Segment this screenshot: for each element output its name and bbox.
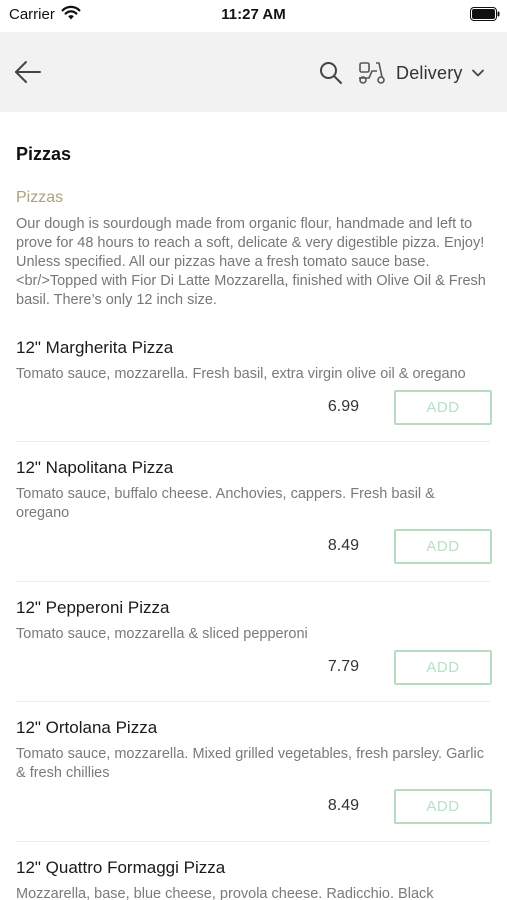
divider: [16, 701, 490, 702]
menu-item[interactable]: 12" Pepperoni Pizza Tomato sauce, mozzar…: [16, 597, 492, 644]
add-button[interactable]: ADD: [394, 650, 492, 685]
delivery-mode-label: Delivery: [396, 62, 463, 83]
item-name: 12" Pepperoni Pizza: [16, 598, 170, 617]
status-bar: Carrier 11:27 AM: [0, 0, 507, 32]
divider: [16, 441, 490, 442]
item-description: Tomato sauce, mozzarella. Mixed grilled …: [16, 746, 484, 781]
search-icon[interactable]: [318, 60, 344, 86]
battery-icon: [470, 7, 500, 21]
category-description: Our dough is sourdough made from organic…: [16, 216, 486, 308]
add-button[interactable]: ADD: [394, 390, 492, 425]
item-name: 12" Ortolana Pizza: [16, 718, 158, 737]
add-button[interactable]: ADD: [394, 789, 492, 824]
category-name: Pizzas: [16, 189, 64, 206]
clock-time: 11:27 AM: [221, 6, 286, 23]
menu-item[interactable]: 12" Napolitana Pizza Tomato sauce, buffa…: [16, 457, 492, 523]
item-description: Tomato sauce, buffalo cheese. Anchovies,…: [16, 486, 435, 521]
chevron-down-icon: [471, 69, 484, 77]
item-price: 6.99: [327, 398, 359, 415]
divider: [16, 841, 490, 842]
divider: [16, 581, 490, 582]
item-price: 8.49: [327, 797, 359, 814]
back-button[interactable]: [12, 57, 44, 87]
item-description: Tomato sauce, mozzarella & sliced pepper…: [16, 626, 308, 642]
item-description: Tomato sauce, mozzarella. Fresh basil, e…: [16, 366, 466, 382]
menu-item[interactable]: 12" Quattro Formaggi Pizza Mozzarella, b…: [16, 857, 492, 900]
menu-item[interactable]: 12" Margherita Pizza Tomato sauce, mozza…: [16, 337, 492, 384]
price-row: 7.79 ADD: [16, 650, 492, 686]
scooter-icon: [359, 62, 385, 84]
navigation-bar: Delivery: [0, 32, 507, 112]
price-row: 8.49 ADD: [16, 789, 492, 825]
price-row: 8.49 ADD: [16, 529, 492, 565]
item-name: 12" Quattro Formaggi Pizza: [16, 858, 226, 877]
item-description: Mozzarella, base, blue cheese, provola c…: [16, 886, 434, 900]
section-title: Pizzas: [16, 144, 72, 164]
item-price: 8.49: [327, 537, 359, 554]
price-row: 6.99 ADD: [16, 390, 492, 426]
item-name: 12" Margherita Pizza: [16, 338, 174, 357]
menu-item[interactable]: 12" Ortolana Pizza Tomato sauce, mozzare…: [16, 717, 492, 783]
add-button[interactable]: ADD: [394, 529, 492, 564]
item-name: 12" Napolitana Pizza: [16, 458, 174, 477]
delivery-mode-dropdown[interactable]: Delivery: [396, 60, 485, 86]
item-price: 7.79: [327, 658, 359, 675]
